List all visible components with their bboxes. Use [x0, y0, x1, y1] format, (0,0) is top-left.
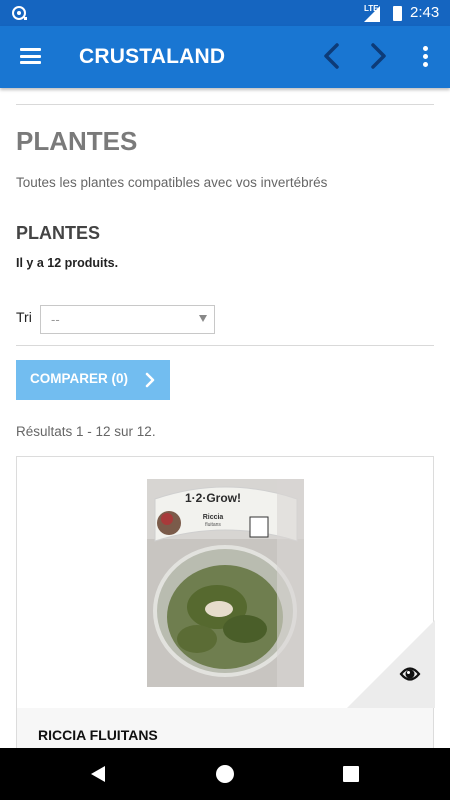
sort-select[interactable]: -- [40, 305, 215, 334]
hamburger-icon[interactable] [20, 48, 41, 64]
status-bar: LTE 2:43 [0, 0, 450, 26]
notification-icon [12, 6, 27, 20]
sort-selected-value: -- [51, 312, 60, 327]
product-card[interactable]: 1·2·Grow! Riccia fluitans RICCIA FLUITAN… [16, 456, 435, 748]
divider [16, 104, 434, 105]
image-plant-subtext: fluitans [205, 522, 221, 528]
image-plant-text: Riccia [203, 514, 224, 521]
clock: 2:43 [410, 4, 440, 21]
compare-button[interactable]: COMPARER (0) [16, 360, 170, 400]
dropdown-arrow-icon [199, 315, 207, 322]
home-icon[interactable] [216, 765, 234, 783]
system-nav-bar [0, 748, 450, 800]
chevron-left-icon[interactable] [320, 42, 344, 70]
page-title: PLANTES [16, 126, 138, 156]
chevron-right-icon [145, 372, 155, 388]
recent-apps-icon[interactable] [343, 766, 359, 782]
battery-icon [393, 6, 402, 21]
eye-icon[interactable] [398, 662, 422, 686]
product-image[interactable]: 1·2·Grow! Riccia fluitans [147, 479, 304, 687]
divider [16, 345, 434, 346]
more-vert-icon[interactable] [420, 46, 430, 68]
results-summary: Résultats 1 - 12 sur 12. [16, 424, 156, 439]
category-description: Toutes les plantes compatibles avec vos … [16, 175, 328, 190]
back-icon[interactable] [89, 765, 107, 783]
product-count: Il y a 12 produits. [16, 256, 119, 270]
network-type: LTE [364, 4, 379, 13]
app-title: CRUSTALAND [79, 45, 226, 68]
image-brand-text: 1·2·Grow! [185, 491, 241, 505]
product-photo: 1·2·Grow! Riccia fluitans [147, 479, 304, 687]
section-title: PLANTES [16, 223, 101, 243]
page-content: PLANTES Toutes les plantes compatibles a… [0, 88, 450, 748]
app-bar: CRUSTALAND [0, 26, 450, 88]
sort-label: Tri [16, 309, 32, 325]
product-name[interactable]: RICCIA FLUITANS [38, 727, 158, 743]
compare-button-label: COMPARER (0) [30, 371, 129, 386]
chevron-right-icon[interactable] [366, 42, 390, 70]
